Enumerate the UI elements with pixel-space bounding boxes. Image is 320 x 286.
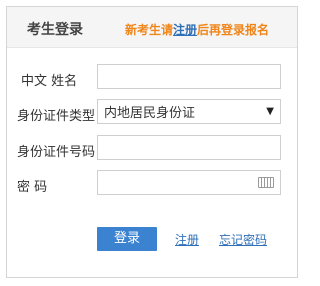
register-hint-link[interactable]: 注册 xyxy=(173,23,197,37)
id-number-label: 身份证件号码 xyxy=(17,145,96,160)
register-hint-prefix: 新考生请 xyxy=(125,23,174,37)
login-panel: 考生登录 新考生请注册后再登录报名 中文 姓名 身份证件类型 内地居民身份证 ▼… xyxy=(6,6,298,278)
id-type-label: 身份证件类型 xyxy=(17,109,96,124)
login-button[interactable]: 登录 xyxy=(97,227,157,251)
id-type-select[interactable]: 内地居民身份证 ▼ xyxy=(97,99,281,124)
name-label: 中文 姓名 xyxy=(21,74,78,89)
forgot-password-link[interactable]: 忘记密码 xyxy=(219,231,267,248)
page-title: 考生登录 xyxy=(27,22,83,38)
chevron-down-icon: ▼ xyxy=(266,106,274,117)
register-link[interactable]: 注册 xyxy=(175,231,199,248)
password-label: 密 码 xyxy=(17,180,48,195)
id-number-input[interactable] xyxy=(97,135,281,160)
password-input[interactable] xyxy=(97,170,281,195)
register-hint-suffix: 后再登录报名 xyxy=(197,23,270,37)
panel-header: 考生登录 新考生请注册后再登录报名 xyxy=(7,7,297,48)
name-input[interactable] xyxy=(97,64,281,89)
id-type-value: 内地居民身份证 xyxy=(104,106,196,121)
register-hint: 新考生请注册后再登录报名 xyxy=(125,21,269,38)
keyboard-icon[interactable] xyxy=(258,177,274,188)
